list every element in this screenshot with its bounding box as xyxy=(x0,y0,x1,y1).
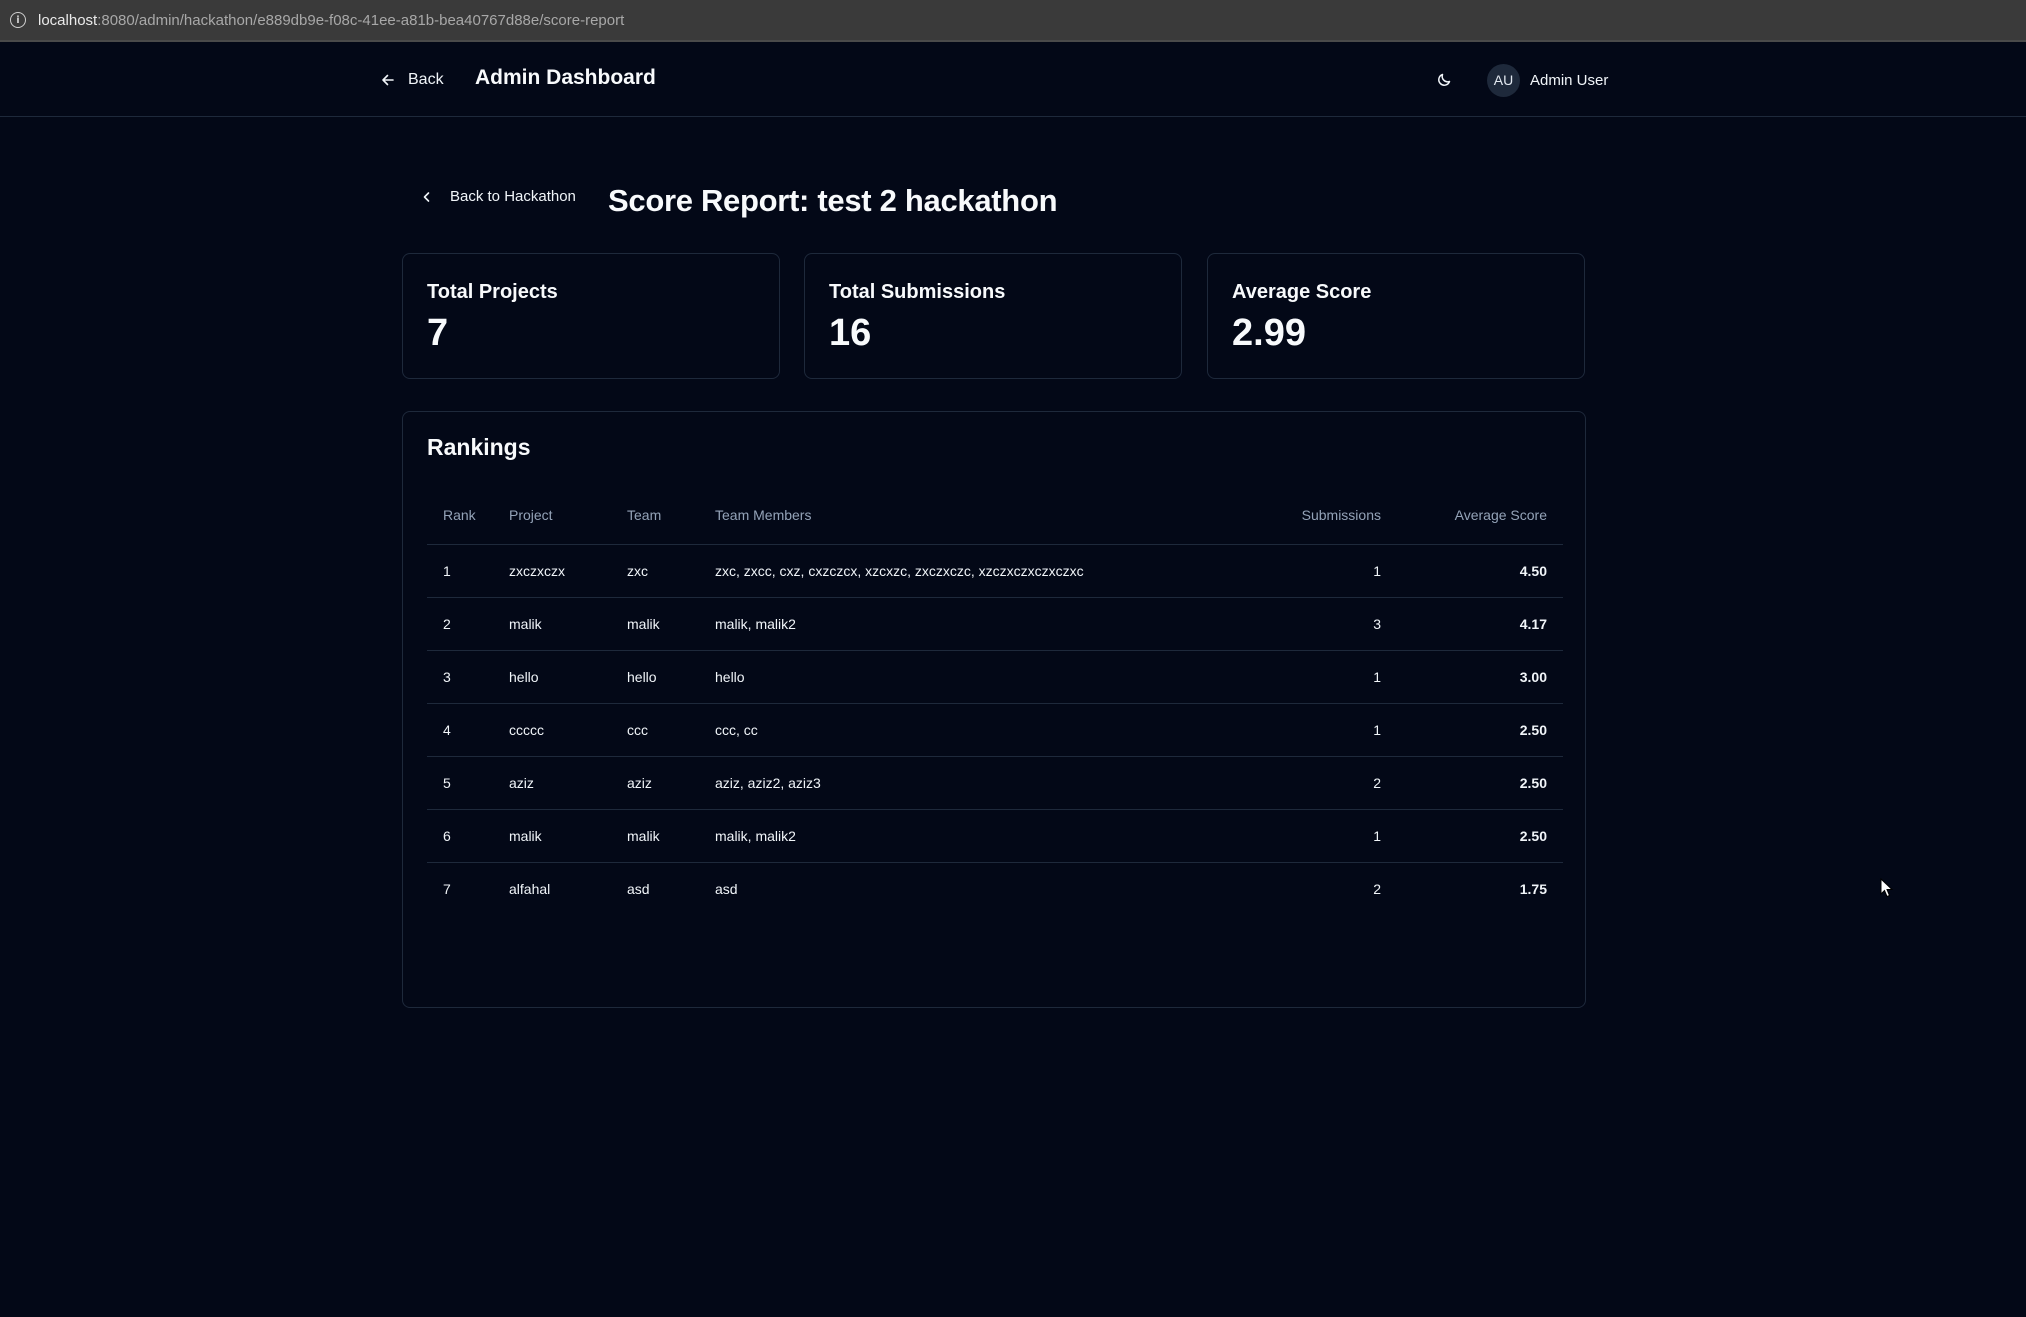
mouse-cursor-icon xyxy=(1880,878,1894,898)
cell-rank: 1 xyxy=(427,544,493,598)
rankings-title: Rankings xyxy=(427,434,531,460)
cell-submissions: 3 xyxy=(1245,597,1397,651)
stat-label: Total Projects xyxy=(427,281,558,303)
cell-team: asd xyxy=(627,880,650,897)
cell-team-members: ccc, cc xyxy=(699,703,1246,757)
table-header-row: Rank Project Team Team Members Submissio… xyxy=(427,487,1563,545)
column-header-submissions: Submissions xyxy=(1245,487,1397,545)
cell-team-members: asd xyxy=(715,880,738,897)
cell-rank: 4 xyxy=(427,703,493,757)
table-row: 1 zxczxczx zxc zxc, zxcc, cxz, cxzczcx, xzc… xyxy=(427,544,1563,598)
url-text[interactable]: localhost:8080/admin/hackathon/e889db9e-… xyxy=(38,12,624,29)
column-header-rank: Rank xyxy=(427,487,493,545)
cell-rank: 7 xyxy=(443,880,451,897)
stat-label: Average Score xyxy=(1232,281,1372,303)
stat-card-total-submissions: Total Submissions 16 xyxy=(804,253,1182,379)
cell-submissions: 1 xyxy=(1245,650,1397,704)
stat-value: 16 xyxy=(829,312,872,354)
cell-average-score: 4.17 xyxy=(1397,597,1563,651)
url-path: :8080/admin/hackathon/e889db9e-f08c-41ee… xyxy=(97,11,625,29)
cell-team: ccc xyxy=(611,703,699,757)
site-info-icon[interactable]: i xyxy=(10,12,26,28)
cell-team: malik xyxy=(611,597,699,651)
cell-submissions: 1 xyxy=(1245,809,1397,863)
cell-rank: 3 xyxy=(427,650,493,704)
cell-team: zxc xyxy=(611,544,699,598)
cell-rank: 2 xyxy=(427,597,493,651)
table-row: 2 malik malik malik, malik2 3 4.17 xyxy=(427,597,1563,651)
cell-average-score: 2.50 xyxy=(1397,756,1563,810)
cell-team: malik xyxy=(611,809,699,863)
app-title: Admin Dashboard xyxy=(475,66,656,89)
table-row: 5 aziz aziz aziz, aziz2, aziz3 2 2.50 xyxy=(427,756,1563,810)
rankings-table: Rank Project Team Team Members Submissio… xyxy=(427,487,1563,915)
cell-submissions: 2 xyxy=(1245,756,1397,810)
cell-team: aziz xyxy=(611,756,699,810)
url-host: localhost xyxy=(38,11,98,29)
column-header-team: Team xyxy=(611,487,699,545)
cell-average-score: 4.50 xyxy=(1397,544,1563,598)
browser-url-bar[interactable]: i localhost:8080/admin/hackathon/e889db9… xyxy=(0,0,2026,42)
avatar: AU xyxy=(1487,63,1520,97)
page-title: Score Report: test 2 hackathon xyxy=(608,183,1058,218)
table-row: 6 malik malik malik, malik2 1 2.50 xyxy=(427,809,1563,863)
cell-team-members: aziz, aziz2, aziz3 xyxy=(699,756,1246,810)
stat-label: Total Submissions xyxy=(829,281,1006,303)
column-header-average-score: Average Score xyxy=(1397,487,1563,545)
column-header-team-members: Team Members xyxy=(699,487,1246,545)
user-name: Admin User xyxy=(1530,71,1609,89)
table-row: 4 ccccc ccc ccc, cc 1 2.50 xyxy=(427,703,1563,757)
cell-team-members: zxc, zxcc, cxz, cxzczcx, xzcxzc, zxczxcz… xyxy=(699,544,1246,598)
cell-rank: 6 xyxy=(427,809,493,863)
table-row: 3 hello hello hello 1 3.00 xyxy=(427,650,1563,704)
cell-team-members: malik, malik2 xyxy=(699,809,1246,863)
cell-rank: 5 xyxy=(427,756,493,810)
back-to-hackathon-label: Back to Hackathon xyxy=(450,188,576,205)
moon-icon xyxy=(1438,73,1451,86)
stat-card-total-projects: Total Projects 7 xyxy=(402,253,780,379)
cell-team-members: malik, malik2 xyxy=(699,597,1246,651)
cell-submissions: 2 xyxy=(1373,880,1381,897)
cell-submissions: 1 xyxy=(1245,544,1397,598)
cell-average-score: 2.50 xyxy=(1397,703,1563,757)
cell-average-score: 1.75 xyxy=(1519,880,1547,897)
arrow-left-icon xyxy=(382,74,394,86)
cell-average-score: 3.00 xyxy=(1397,650,1563,704)
cell-team: hello xyxy=(611,650,699,704)
stat-value: 2.99 xyxy=(1232,312,1306,354)
cell-project: alfahal xyxy=(509,880,551,897)
cell-project: malik xyxy=(493,809,611,863)
theme-toggle-button[interactable] xyxy=(1430,66,1458,94)
cell-submissions: 1 xyxy=(1245,703,1397,757)
column-header-project: Project xyxy=(493,487,611,545)
chevron-left-icon xyxy=(423,191,430,202)
table-row: 7 alfahal asd asd 2 1.75 xyxy=(427,862,1563,915)
cell-project: malik xyxy=(493,597,611,651)
stat-card-average-score: Average Score 2.99 xyxy=(1207,253,1585,379)
cell-project: zxczxczx xyxy=(493,544,611,598)
back-button[interactable]: Back xyxy=(380,64,444,96)
app-header: Back Admin Dashboard AU Admin User xyxy=(0,42,2026,117)
back-label: Back xyxy=(408,71,444,88)
back-to-hackathon-button[interactable]: Back to Hackathon xyxy=(420,188,576,205)
cell-project: ccccc xyxy=(493,703,611,757)
cell-average-score: 2.50 xyxy=(1397,809,1563,863)
cell-team-members: hello xyxy=(699,650,1246,704)
user-menu[interactable]: AU Admin User xyxy=(1487,63,1608,97)
cell-project: hello xyxy=(493,650,611,704)
rankings-panel: Rankings Rank Project Team Team Members … xyxy=(402,411,1586,1008)
cell-project: aziz xyxy=(493,756,611,810)
stat-value: 7 xyxy=(427,312,449,354)
